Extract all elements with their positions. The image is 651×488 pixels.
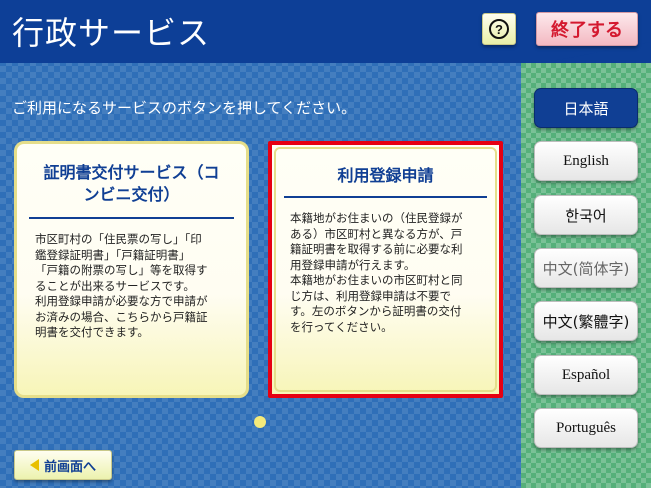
card-body-line: 「戸籍の附票の写し」等を取得す (35, 263, 208, 277)
card-title-line: ンビニ交付） (83, 185, 180, 204)
card-body-line: 籍証明書を取得する前に必要な利 (290, 242, 463, 256)
page-indicator-dot (254, 416, 266, 428)
lang-button-spanish[interactable]: Español (534, 355, 638, 395)
card-divider (284, 196, 487, 198)
card-body: 市区町村の「住民票の写し」「印 鑑登録証明書」「戸籍証明書」 「戸籍の附票の写し… (35, 232, 232, 341)
card-divider (29, 217, 234, 219)
card-title-line: 証明書交付サービス（コ (43, 163, 220, 182)
card-title: 利用登録申請 (286, 165, 485, 187)
instruction-text: ご利用になるサービスのボタンを押してください。 (12, 99, 357, 117)
card-title-line: 利用登録申請 (337, 166, 434, 185)
card-body-line: ある）市区町村と異なる方が、戸 (290, 226, 463, 241)
card-body-line: お済みの場合、こちらから戸籍証 (35, 309, 208, 324)
card-body: 本籍地がお住まいの（住民登録が ある）市区町村と異なる方が、戸 籍証明書を取得す… (290, 211, 485, 335)
card-body-line: 市区町村の「住民票の写し」「印 (35, 232, 202, 246)
back-arrow-icon (29, 459, 39, 471)
card-body-line: を行ってください。 (290, 319, 393, 334)
card-body-line: じ方は、利用登録申請は不要で (290, 288, 451, 303)
page-title: 行政サービス (12, 14, 211, 52)
card-body-line: 鑑登録証明書」「戸籍証明書」 (35, 247, 191, 262)
help-button[interactable]: ? (482, 13, 516, 45)
lang-button-english[interactable]: English (534, 141, 638, 181)
usage-registration-card[interactable]: 利用登録申請 本籍地がお住まいの（住民登録が ある）市区町村と異なる方が、戸 籍… (268, 141, 503, 398)
card-body-line: す。左のボタンから証明書の交付 (290, 304, 462, 318)
end-button[interactable]: 終了する (536, 12, 638, 46)
lang-button-chinese-traditional[interactable]: 中文(繁體字) (534, 301, 638, 341)
back-button-label: 前画面へ (43, 459, 96, 475)
question-icon: ? (489, 19, 509, 39)
card-body-line: 明書を交付できます。 (35, 325, 149, 339)
card-title: 証明書交付サービス（コ ンビニ交付） (31, 162, 232, 206)
certificate-service-card[interactable]: 証明書交付サービス（コ ンビニ交付） 市区町村の「住民票の写し」「印 鑑登録証明… (14, 141, 249, 398)
lang-button-japanese[interactable]: 日本語 (534, 88, 638, 128)
lang-button-portuguese[interactable]: Português (534, 408, 638, 448)
lang-button-chinese-simplified[interactable]: 中文(简体字) (534, 248, 638, 288)
card-body-line: 利用登録申請が必要な方で申請が (35, 294, 208, 308)
lang-button-korean[interactable]: 한국어 (534, 195, 638, 235)
card-body-line: 本籍地がお住まいの（住民登録が (290, 211, 463, 225)
back-button[interactable]: 前画面へ (14, 450, 112, 480)
card-body-line: 用登録申請が行えます。 (290, 257, 416, 272)
card-body-line: 本籍地がお住まいの市区町村と同 (290, 273, 463, 287)
card-body-line: ることが出来るサービスです。 (35, 278, 195, 293)
